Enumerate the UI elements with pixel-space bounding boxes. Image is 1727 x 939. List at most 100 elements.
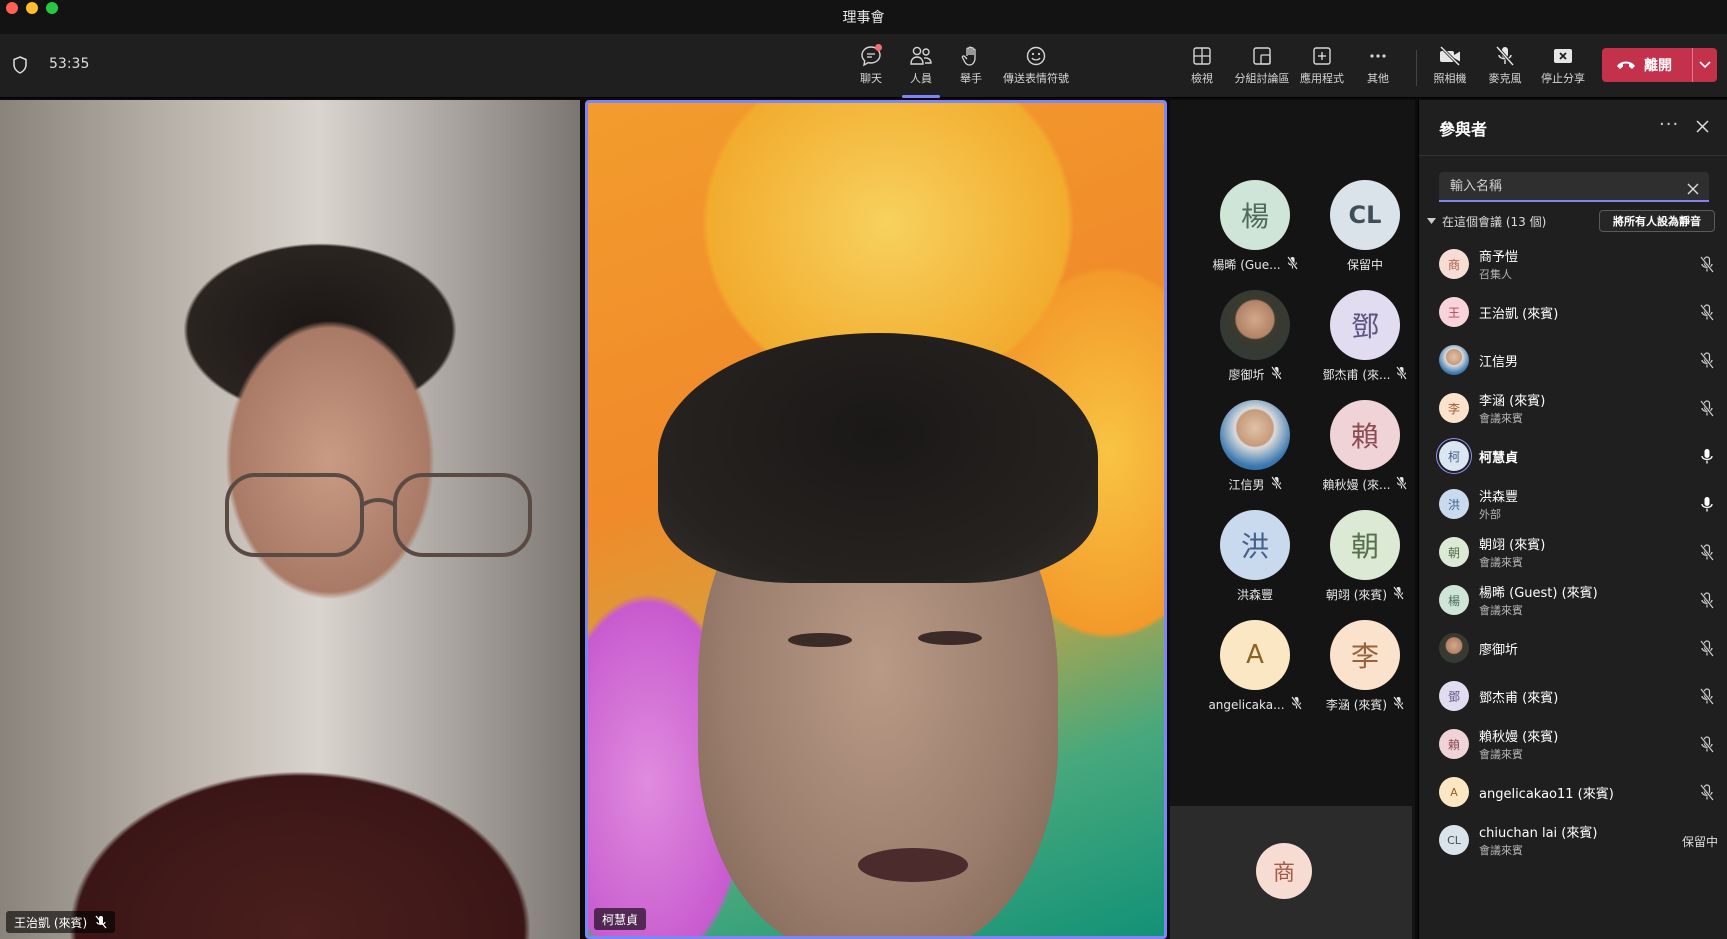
apps-icon xyxy=(1297,45,1347,67)
participant-text: 鄧杰甫 (來賓) xyxy=(1479,687,1558,706)
mic-off-icon[interactable] xyxy=(1699,256,1715,277)
participant-row[interactable]: 廖御圻 xyxy=(1419,624,1727,672)
mic-off-icon[interactable] xyxy=(1699,688,1715,709)
self-avatar: 商 xyxy=(1256,843,1312,899)
participant-row[interactable]: 洪洪森豐 外部 xyxy=(1419,480,1727,528)
video-name-tag: 王治凱 (來賓) xyxy=(6,911,116,933)
participant-tile[interactable]: 廖御圻 xyxy=(1200,290,1310,390)
participant-text: chiuchan lai (來賓) 會議來賓 xyxy=(1479,822,1597,858)
participant-row[interactable]: 楊楊晞 (Guest) (來賓) 會議來賓 xyxy=(1419,576,1727,624)
video-feed-active-speaker[interactable]: 柯慧貞 xyxy=(585,100,1167,939)
toolbar-emoji-button[interactable]: 傳送表情符號 xyxy=(1000,40,1072,94)
mic-on-icon[interactable] xyxy=(1700,448,1714,469)
participant-tile[interactable]: 鄧鄧杰甫 (來... xyxy=(1310,290,1420,390)
participant-tile[interactable]: 朝朝翊 (來賓) xyxy=(1310,510,1420,610)
participant-name: 楊晞 (Guest) (來賓) xyxy=(1479,586,1598,601)
participant-name: 朝翊 (來賓) xyxy=(1479,538,1546,553)
panel-title: 參與者 xyxy=(1439,120,1488,139)
participant-search[interactable] xyxy=(1439,172,1709,202)
participant-role: 會議來賓 xyxy=(1479,556,1523,569)
mic-off-icon[interactable] xyxy=(1699,592,1715,613)
participant-row[interactable]: 柯柯慧貞 xyxy=(1419,432,1727,480)
participant-name: 江信男 xyxy=(1228,478,1265,492)
tile-label: 楊晞 (Gue... xyxy=(1200,256,1310,273)
toolbar-button-label: 人員 xyxy=(910,72,932,85)
participant-row[interactable]: 朝朝翊 (來賓) 會議來賓 xyxy=(1419,528,1727,576)
close-icon[interactable] xyxy=(1696,118,1709,137)
people-icon xyxy=(902,45,940,67)
tile-label: 鄧杰甫 (來... xyxy=(1310,366,1420,383)
toolbar-view-button[interactable]: 檢視 xyxy=(1186,40,1218,94)
tile-label: 廖御圻 xyxy=(1200,366,1310,383)
participant-tile[interactable]: 江信男 xyxy=(1200,400,1310,500)
participant-tile[interactable]: Aangelicaka... xyxy=(1200,620,1310,720)
participant-name: 柯慧貞 xyxy=(1479,450,1519,466)
participant-name: angelicaka... xyxy=(1208,697,1285,712)
mic-off-icon[interactable] xyxy=(1699,784,1715,805)
window-title: 理事會 xyxy=(842,10,885,26)
participant-row[interactable]: 李李涵 (來賓) 會議來賓 xyxy=(1419,384,1727,432)
mic-off-icon[interactable] xyxy=(1699,640,1715,661)
toolbar-stop-share-button[interactable]: 停止分享 xyxy=(1538,40,1588,94)
participant-text: 楊晞 (Guest) (來賓) 會議來賓 xyxy=(1479,582,1598,618)
search-input[interactable] xyxy=(1439,172,1659,200)
participant-tile[interactable]: 楊楊晞 (Gue... xyxy=(1200,180,1310,280)
toolbar-button-label: 聊天 xyxy=(860,72,882,85)
mic-off-icon xyxy=(1396,476,1408,493)
participant-row[interactable]: 鄧鄧杰甫 (來賓) xyxy=(1419,672,1727,720)
participant-row[interactable]: 王王治凱 (來賓) xyxy=(1419,288,1727,336)
participant-avatar: 楊 xyxy=(1220,180,1290,250)
leave-button[interactable]: 離開 xyxy=(1602,48,1717,82)
participant-tile[interactable]: 賴賴秋嫚 (來... xyxy=(1310,400,1420,500)
leave-options-button[interactable] xyxy=(1693,61,1717,69)
participant-avatar: 商 xyxy=(1439,249,1469,279)
participant-avatar: A xyxy=(1439,777,1469,807)
participant-row[interactable]: 商商予愷 召集人 xyxy=(1419,240,1727,288)
participant-row[interactable]: 江信男 xyxy=(1419,336,1727,384)
leave-main-button[interactable]: 離開 xyxy=(1602,48,1692,82)
participant-name: 朝翊 (來賓) xyxy=(1325,588,1388,602)
participant-tile[interactable]: CL 保留中 xyxy=(1310,180,1420,280)
toolbar-chat-button[interactable]: 聊天 xyxy=(856,40,886,94)
mic-off-icon xyxy=(95,915,107,929)
video-feed-left[interactable]: 王治凱 (來賓) xyxy=(0,100,580,939)
mic-off-icon[interactable] xyxy=(1699,304,1715,325)
participant-name: 洪森豐 xyxy=(1236,588,1273,602)
participant-row[interactable]: Aangelicakao11 (來賓) xyxy=(1419,768,1727,816)
participant-avatar: 鄧 xyxy=(1439,681,1469,711)
mic-off-icon[interactable] xyxy=(1699,736,1715,757)
self-preview-tile[interactable]: 商 xyxy=(1170,806,1412,939)
mic-off-icon xyxy=(1270,476,1282,493)
toolbar-button-label: 應用程式 xyxy=(1300,72,1344,85)
toolbar-apps-button[interactable]: 應用程式 xyxy=(1297,40,1347,94)
participant-name: 洪森豐 xyxy=(1479,490,1519,505)
toolbar-more-button[interactable]: 其他 xyxy=(1363,40,1393,94)
participant-name: 賴秋嫚 (來... xyxy=(1322,478,1391,492)
clear-search-icon[interactable] xyxy=(1687,180,1699,199)
toolbar-mic-off-button[interactable]: 麥克風 xyxy=(1485,40,1525,94)
mic-off-icon[interactable] xyxy=(1699,400,1715,421)
raise-hand-icon xyxy=(955,45,987,67)
participant-row[interactable]: 賴賴秋嫚 (來賓) 會議來賓 xyxy=(1419,720,1727,768)
toolbar-breakout-rooms-button[interactable]: 分組討論區 xyxy=(1233,40,1291,94)
mic-off-icon xyxy=(1393,586,1405,603)
participant-photo-avatar xyxy=(1439,633,1469,663)
toolbar-camera-off-button[interactable]: 照相機 xyxy=(1430,40,1470,94)
participant-photo-avatar xyxy=(1439,345,1469,375)
more-options-icon[interactable]: ··· xyxy=(1659,114,1679,135)
participant-tile[interactable]: 李李涵 (來賓) xyxy=(1310,620,1420,720)
tile-label: 李涵 (來賓) xyxy=(1310,696,1420,713)
participant-row[interactable]: CL chiuchan lai (來賓) 會議來賓 保留中 xyxy=(1419,816,1727,864)
mute-all-button[interactable]: 將所有人設為靜音 xyxy=(1599,210,1715,232)
mic-off-icon[interactable] xyxy=(1699,352,1715,373)
toolbar-raise-hand-button[interactable]: 舉手 xyxy=(955,40,987,94)
toolbar-people-button[interactable]: 人員 xyxy=(902,40,940,98)
leave-label: 離開 xyxy=(1644,58,1672,74)
mic-on-icon[interactable] xyxy=(1700,496,1714,517)
participant-avatar: 朝 xyxy=(1439,537,1469,567)
participant-tile[interactable]: 洪洪森豐 xyxy=(1200,510,1310,610)
unread-dot xyxy=(875,44,882,51)
participant-role: 會議來賓 xyxy=(1479,844,1523,857)
mic-off-icon[interactable] xyxy=(1699,544,1715,565)
section-header[interactable]: 在這個會議 (13 個) xyxy=(1427,213,1546,230)
